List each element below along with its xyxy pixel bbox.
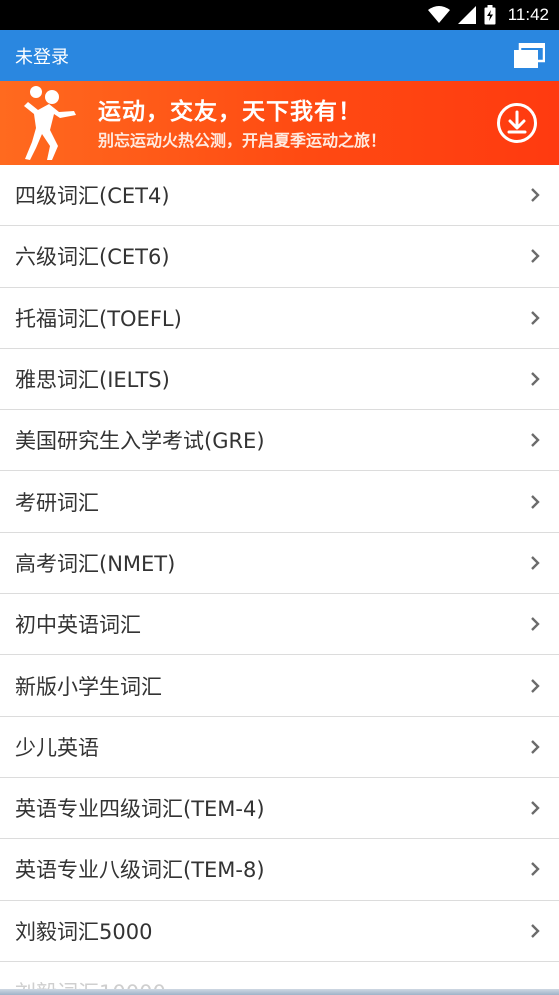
list-item-label: 英语专业四级词汇(TEM-4) — [15, 797, 265, 822]
status-bar: 11:42 — [0, 0, 559, 30]
list-item[interactable]: 雅思词汇(IELTS) — [0, 348, 559, 411]
banner-subline: 别忘运动火热公测，开启夏季运动之旅！ — [98, 131, 387, 150]
list-item[interactable]: 新版小学生词汇 — [0, 655, 559, 717]
list-item-label: 考研词汇 — [15, 490, 99, 515]
chevron-right-icon — [531, 433, 540, 448]
chevron-right-icon — [531, 556, 540, 570]
windows-stack-icon[interactable] — [513, 42, 545, 69]
bottom-edge — [0, 989, 559, 995]
chevron-right-icon — [531, 923, 540, 938]
download-circle-icon[interactable] — [496, 102, 538, 144]
list-item[interactable]: 高考词汇(NMET) — [0, 532, 559, 595]
status-time: 11:42 — [507, 5, 549, 24]
chevron-right-icon — [531, 678, 540, 693]
list-item-label: 六级词汇(CET6) — [15, 245, 170, 270]
list-item-label: 四级词汇(CET4) — [15, 184, 170, 209]
chevron-right-icon — [531, 249, 540, 264]
chevron-right-icon — [531, 188, 540, 202]
list-item-label: 刘毅词汇5000 — [15, 919, 153, 944]
list-item[interactable]: 六级词汇(CET6) — [0, 226, 559, 288]
chevron-right-icon — [531, 617, 540, 632]
battery-icon — [484, 5, 496, 25]
list-item-label: 少儿英语 — [15, 735, 99, 760]
list-item-label: 新版小学生词汇 — [15, 674, 162, 699]
list-item-label: 初中英语词汇 — [15, 613, 141, 638]
basketball-player-icon — [24, 86, 76, 160]
wifi-icon — [427, 6, 450, 23]
list-item-label: 雅思词汇(IELTS) — [15, 368, 170, 393]
chevron-right-icon — [531, 739, 540, 754]
list-item-label: 美国研究生入学考试(GRE) — [15, 429, 265, 454]
list-item-label: 高考词汇(NMET) — [15, 551, 176, 576]
list-item[interactable]: 英语专业八级词汇(TEM-8) — [0, 839, 559, 901]
list-item[interactable]: 美国研究生入学考试(GRE) — [0, 410, 559, 472]
list-item[interactable]: 初中英语词汇 — [0, 594, 559, 656]
vocab-list: 四级词汇(CET4) 六级词汇(CET6) 托福词汇(TOEFL) 雅思词汇(I… — [0, 165, 559, 995]
chevron-right-icon — [531, 310, 540, 325]
banner-headline: 运动，交友，天下我有！ — [98, 99, 362, 125]
list-item[interactable]: 四级词汇(CET4) — [0, 165, 559, 227]
promo-banner[interactable]: 运动，交友，天下我有！ 别忘运动火热公测，开启夏季运动之旅！ — [0, 81, 559, 165]
cell-signal-icon — [457, 6, 476, 24]
app-bar: 未登录 — [0, 30, 559, 81]
list-item-label: 英语专业八级词汇(TEM-8) — [15, 858, 265, 883]
list-item-label: 托福词汇(TOEFL) — [15, 306, 182, 331]
chevron-right-icon — [531, 494, 540, 509]
chevron-right-icon — [531, 862, 540, 877]
list-item[interactable]: 刘毅词汇5000 — [0, 900, 559, 962]
list-item[interactable]: 考研词汇 — [0, 471, 559, 533]
list-item[interactable]: 少儿英语 — [0, 716, 559, 778]
login-status-title[interactable]: 未登录 — [15, 43, 69, 69]
chevron-right-icon — [531, 372, 540, 386]
list-item[interactable]: 英语专业四级词汇(TEM-4) — [0, 777, 559, 840]
chevron-right-icon — [531, 801, 540, 815]
list-item[interactable]: 托福词汇(TOEFL) — [0, 287, 559, 349]
